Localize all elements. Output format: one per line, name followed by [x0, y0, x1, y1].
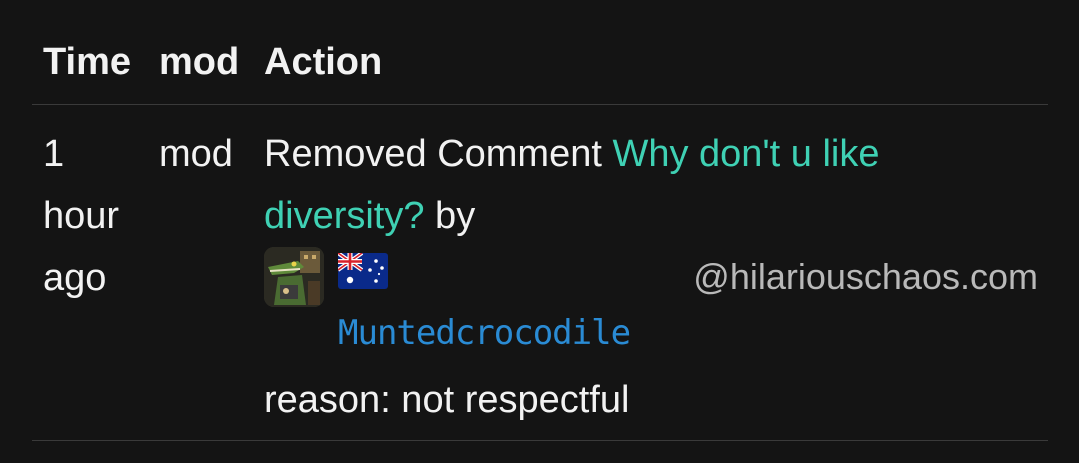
action-column-header: Action [264, 41, 383, 83]
australia-flag-icon [336, 251, 388, 289]
action-cell: Removed Comment Why don't u like diversi… [264, 123, 964, 247]
action-by-text: by [424, 195, 476, 237]
time-value: 1 [43, 133, 65, 175]
user-instance: @hilariouschaos.com [693, 256, 1038, 297]
mod-cell: mod [159, 133, 233, 175]
table-row: 1 hour ago mod Removed Comment Why don't… [32, 105, 1048, 441]
time-cell: 1 hour ago [43, 123, 143, 309]
action-text: Removed Comment [264, 133, 613, 175]
mod-column-header: mod [159, 41, 240, 83]
time-suffix: ago [43, 257, 107, 299]
table-header-row: Time mod Action [32, 0, 1048, 105]
crocodile-avatar-icon[interactable] [264, 247, 324, 307]
time-column-header: Time [43, 41, 132, 83]
modlog-table: Time mod Action 1 hour ago mod Removed C… [32, 0, 1048, 441]
removal-reason: reason: not respectful [264, 379, 630, 421]
time-unit: hour [43, 195, 120, 237]
user-info[interactable]: @hilariouschaos.com [264, 245, 1048, 309]
username-link[interactable]: Muntedcrocodile [338, 311, 631, 355]
